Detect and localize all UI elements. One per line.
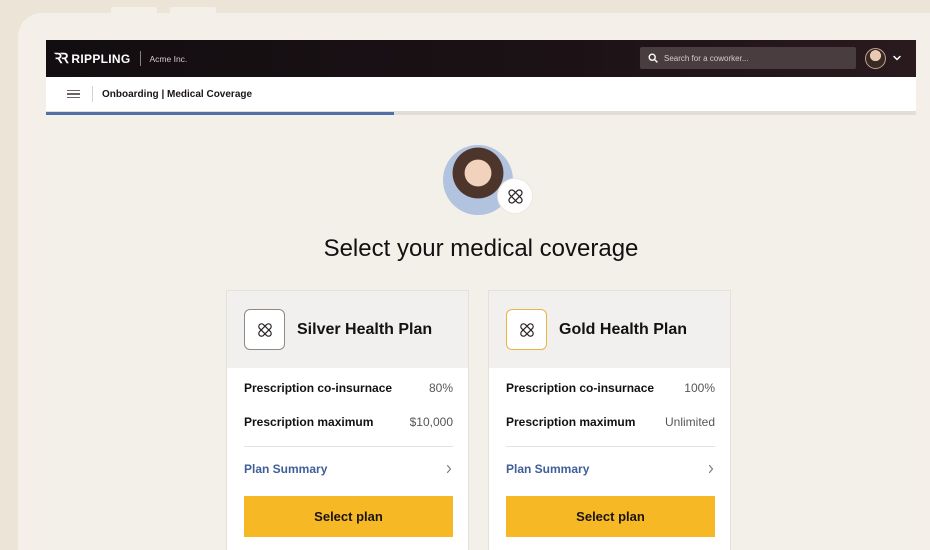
detail-value: 80% bbox=[428, 381, 453, 395]
detail-label: Prescription maximum bbox=[244, 415, 374, 429]
detail-label: Prescription co-insurnace bbox=[244, 381, 393, 395]
medical-plan-icon bbox=[244, 309, 285, 350]
plan-summary-link[interactable]: Plan Summary bbox=[244, 462, 453, 476]
detail-value: Unlimited bbox=[664, 415, 715, 429]
select-plan-button[interactable]: Select plan bbox=[506, 496, 715, 537]
page-header: Onboarding | Medical Coverage bbox=[46, 77, 916, 112]
brand-name: RIPPLING bbox=[71, 51, 131, 66]
detail-label: Prescription co-insurnace bbox=[506, 381, 655, 395]
card-divider bbox=[244, 446, 453, 447]
detail-value: $10,000 bbox=[409, 415, 453, 429]
breadcrumb: Onboarding | Medical Coverage bbox=[102, 88, 253, 100]
medical-plan-icon bbox=[498, 179, 532, 213]
page-title: Select your medical coverage bbox=[323, 235, 639, 262]
plan-detail-row: Prescription maximum Unlimited bbox=[506, 415, 715, 429]
card-divider bbox=[506, 446, 715, 447]
medical-plan-icon bbox=[506, 309, 547, 350]
plan-summary-label: Plan Summary bbox=[506, 462, 590, 476]
plan-summary-link[interactable]: Plan Summary bbox=[506, 462, 715, 476]
plan-card-header: Gold Health Plan bbox=[489, 291, 730, 368]
plan-detail-row: Prescription co-insurnace 100% bbox=[506, 381, 715, 395]
plan-detail-row: Prescription co-insurnace 80% bbox=[244, 381, 453, 395]
chevron-down-icon[interactable] bbox=[892, 53, 902, 63]
search-input[interactable]: Search for a coworker... bbox=[640, 47, 856, 69]
plan-name: Silver Health Plan bbox=[297, 320, 433, 338]
chevron-right-icon bbox=[446, 464, 452, 474]
detail-label: Prescription maximum bbox=[506, 415, 636, 429]
user-avatar[interactable] bbox=[865, 48, 886, 69]
select-plan-button[interactable]: Select plan bbox=[244, 496, 453, 537]
logo-divider bbox=[139, 51, 141, 66]
search-icon bbox=[648, 53, 658, 63]
detail-value: 100% bbox=[684, 381, 715, 395]
company-name: Acme Inc. bbox=[149, 53, 188, 64]
hamburger-icon[interactable] bbox=[67, 89, 80, 99]
logo-mark: ꝚꝚ bbox=[54, 51, 68, 67]
plan-card-silver: Silver Health Plan Prescription co-insur… bbox=[226, 290, 469, 550]
chevron-right-icon bbox=[708, 464, 714, 474]
header-divider bbox=[92, 86, 93, 102]
progress-fill bbox=[46, 112, 394, 115]
rippling-logo[interactable]: ꝚꝚ RIPPLING bbox=[54, 49, 131, 68]
plan-detail-row: Prescription maximum $10,000 bbox=[244, 415, 453, 429]
plan-card-header: Silver Health Plan bbox=[227, 291, 468, 368]
search-placeholder: Search for a coworker... bbox=[664, 53, 749, 63]
top-navbar: ꝚꝚ RIPPLING Acme Inc. Search for a cowor… bbox=[46, 40, 916, 77]
app-screen: ꝚꝚ RIPPLING Acme Inc. Search for a cowor… bbox=[46, 40, 916, 550]
plan-card-gold: Gold Health Plan Prescription co-insurna… bbox=[488, 290, 731, 550]
onboarding-progress-bar bbox=[46, 112, 916, 115]
plan-summary-label: Plan Summary bbox=[244, 462, 328, 476]
plan-name: Gold Health Plan bbox=[559, 320, 688, 338]
